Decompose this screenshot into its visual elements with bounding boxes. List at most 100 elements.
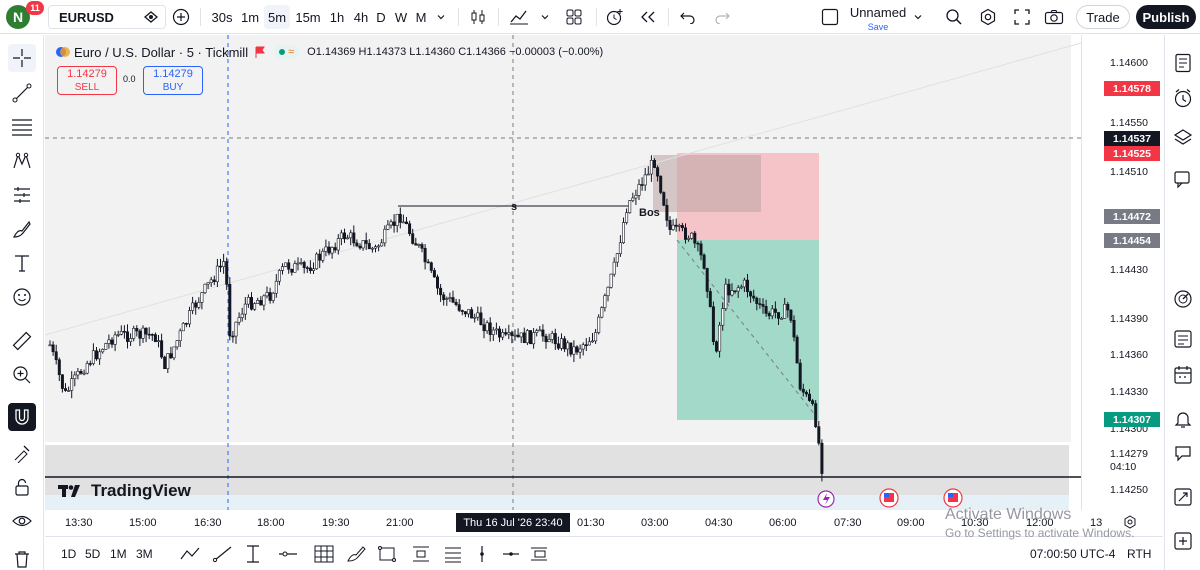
candle-body (631, 197, 635, 201)
flag-marker-icon[interactable] (254, 46, 266, 58)
watchlist-icon[interactable] (1169, 49, 1197, 77)
interval-w[interactable]: W (393, 5, 409, 29)
interval-4h[interactable]: 4h (350, 5, 372, 29)
pine-editor-icon[interactable] (1169, 325, 1197, 353)
candle-body (132, 328, 136, 339)
ruler-icon[interactable] (8, 327, 36, 355)
chevron-down-icon[interactable] (433, 5, 449, 29)
clock[interactable]: 07:00:50 UTC-4 (1030, 547, 1115, 561)
undo-icon[interactable] (676, 5, 700, 29)
price-axis[interactable]: 1.14600 1.14550 1.14510 1.14430 1.14390 … (1081, 35, 1163, 510)
watermark-line1: Activate Windows (945, 506, 1072, 523)
time-tick: 06:00 (769, 517, 797, 529)
entry-price-tag: 1.14454 (1104, 233, 1160, 248)
forecast-icon[interactable] (8, 181, 36, 209)
chart-legend: Euro / U.S. Dollar · 5 · Tickmill ≈ O1.1… (56, 43, 603, 61)
session-toggle[interactable]: RTH (1127, 547, 1151, 561)
candle-body (814, 403, 818, 427)
emoji-icon[interactable] (8, 283, 36, 311)
candle-body (559, 338, 563, 349)
interval-1m[interactable]: 1m (238, 5, 262, 29)
buy-label: BUY (162, 82, 184, 93)
candle-body (820, 442, 824, 474)
calendar-icon[interactable] (1169, 361, 1197, 389)
candle-body (104, 343, 108, 350)
interval-5m[interactable]: 5m (264, 5, 290, 29)
currency-flag-icon (56, 45, 70, 59)
candle-body (141, 327, 145, 339)
quick-search-icon[interactable] (942, 5, 966, 29)
fib-retracement-icon[interactable] (8, 113, 36, 141)
lock-icon[interactable] (8, 473, 36, 501)
interval-m[interactable]: M (413, 5, 429, 29)
alerts-clock-icon[interactable] (1169, 84, 1197, 112)
chart-pane[interactable]: s Bos (45, 35, 1081, 510)
candle-body (299, 262, 303, 264)
range-5d[interactable]: 5D (85, 547, 100, 561)
settings-gear-icon[interactable] (976, 5, 1000, 29)
candle-body (776, 312, 780, 319)
candle-body (290, 269, 294, 273)
candle-body (634, 195, 638, 199)
candle-body (491, 329, 495, 335)
candle-body (250, 297, 254, 310)
candle-body (129, 338, 133, 342)
publish-button[interactable]: Publish (1136, 5, 1196, 29)
chevron-down-icon[interactable] (910, 5, 926, 29)
trade-button[interactable]: Trade (1076, 5, 1130, 29)
help-icon[interactable] (1169, 527, 1197, 555)
text-tool-icon[interactable] (8, 249, 36, 277)
magnet-icon[interactable] (8, 403, 36, 431)
candle-body (398, 213, 402, 223)
interval-30s[interactable]: 30s (208, 5, 236, 29)
chevron-down-icon[interactable] (538, 5, 552, 29)
candle-body (169, 353, 173, 359)
alert-add-icon[interactable] (602, 5, 628, 29)
trash-icon[interactable] (8, 545, 36, 570)
candle-body (528, 330, 532, 345)
spread-value: 0.0 (123, 74, 136, 84)
fullscreen-icon[interactable] (1010, 5, 1034, 29)
candle-body (423, 247, 427, 263)
chat-icon[interactable] (1169, 165, 1197, 193)
buy-button[interactable]: 1.14279 BUY (143, 66, 203, 95)
chat-bubble-icon[interactable] (1169, 439, 1197, 467)
visibility-eye-icon[interactable] (8, 507, 36, 535)
technicals-gauge-icon[interactable] (1169, 285, 1197, 313)
replay-icon[interactable] (636, 5, 660, 29)
candle-body (721, 308, 725, 326)
sell-button[interactable]: 1.14279 SELL (57, 66, 117, 95)
layout-name[interactable]: Unnamed Save (848, 6, 908, 34)
symbol-favorite-icon[interactable] (140, 5, 162, 29)
trend-line-icon[interactable] (8, 79, 36, 107)
camera-icon[interactable] (1042, 5, 1066, 29)
candle-body (683, 227, 687, 240)
crosshair-icon[interactable] (8, 44, 36, 72)
layers-icon[interactable] (1169, 123, 1197, 151)
position-top-tag: 1.14472 (1104, 209, 1160, 224)
interval-d[interactable]: D (374, 5, 388, 29)
redo-icon[interactable] (710, 5, 734, 29)
candles-style-icon[interactable] (466, 5, 490, 29)
candle-body (705, 268, 709, 292)
candle-body (807, 393, 811, 401)
range-3m[interactable]: 3M (136, 547, 153, 561)
interval-1h[interactable]: 1h (326, 5, 348, 29)
time-tick: 16:30 (194, 517, 222, 529)
range-1m[interactable]: 1M (110, 547, 127, 561)
interval-15m[interactable]: 15m (293, 5, 323, 29)
brush-icon[interactable] (8, 215, 36, 243)
price-chart[interactable]: s Bos (45, 35, 1081, 510)
candle-body (370, 247, 374, 250)
zoom-in-icon[interactable] (8, 361, 36, 389)
candle-body (460, 310, 464, 312)
pattern-icon[interactable] (8, 147, 36, 175)
layout-checkbox-icon[interactable] (818, 5, 842, 29)
templates-icon[interactable] (562, 5, 586, 29)
indicators-icon[interactable] (506, 5, 532, 29)
compare-add-icon[interactable] (170, 5, 192, 29)
dom-ladder-icon[interactable] (1169, 483, 1197, 511)
range-1d[interactable]: 1D (61, 547, 76, 561)
notifications-bell-icon[interactable] (1169, 405, 1197, 433)
lock-drawing-icon[interactable] (8, 439, 36, 467)
